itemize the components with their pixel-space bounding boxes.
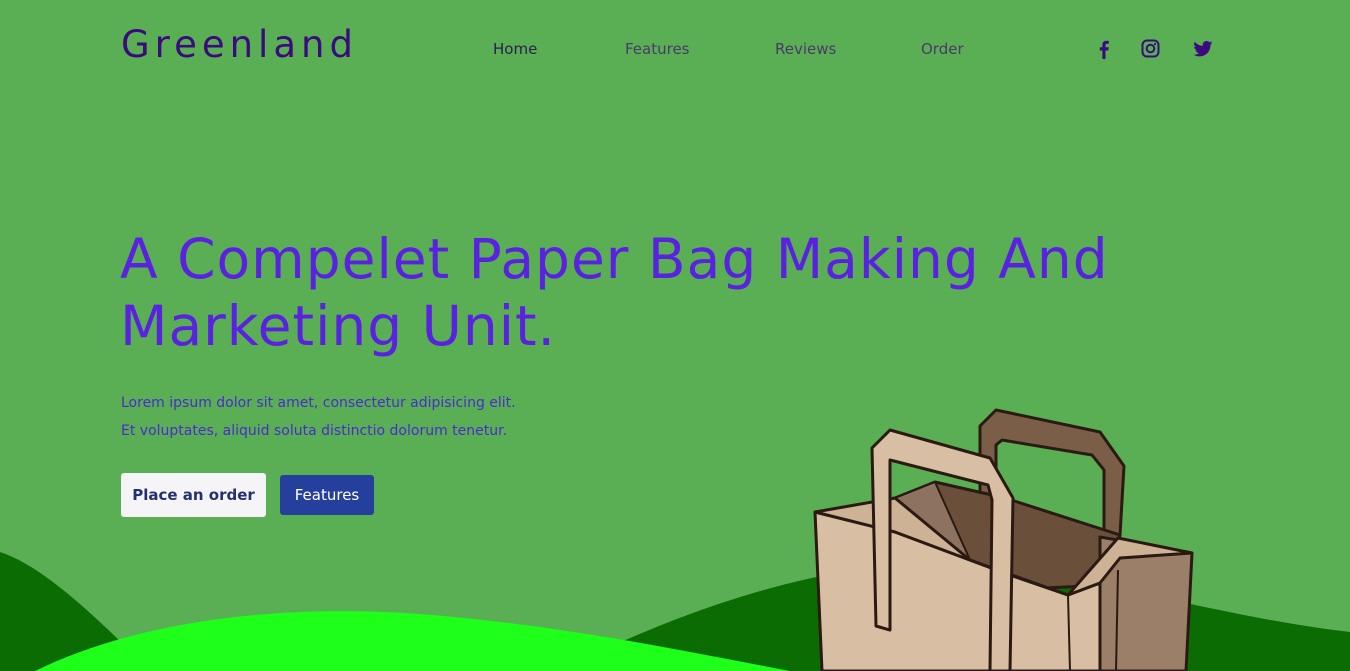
nav-order[interactable]: Order — [921, 39, 964, 59]
instagram-icon[interactable] — [1140, 38, 1162, 60]
twitter-icon[interactable] — [1192, 38, 1214, 60]
hero-description: Lorem ipsum dolor sit amet, consectetur … — [121, 389, 516, 445]
landing-page: Greenland Home Features Reviews Order A … — [0, 0, 1350, 671]
nav-home[interactable]: Home — [493, 39, 537, 59]
hero-description-line-2: Et voluptates, aliquid soluta distinctio… — [121, 423, 508, 439]
nav-reviews[interactable]: Reviews — [775, 39, 836, 59]
features-button[interactable]: Features — [280, 475, 374, 515]
dark-hill-left — [0, 552, 150, 671]
hero-headline: A Compelet Paper Bag Making And Marketin… — [120, 227, 1109, 358]
facebook-icon[interactable] — [1093, 38, 1115, 60]
nav-features[interactable]: Features — [625, 39, 690, 59]
hero-description-line-1: Lorem ipsum dolor sit amet, consectetur … — [121, 395, 516, 411]
paper-bag — [813, 408, 1194, 671]
place-order-button[interactable]: Place an order — [121, 473, 266, 517]
bright-hill — [35, 611, 790, 671]
dark-hill-right — [560, 564, 1350, 671]
brand-logo[interactable]: Greenland — [121, 22, 358, 68]
